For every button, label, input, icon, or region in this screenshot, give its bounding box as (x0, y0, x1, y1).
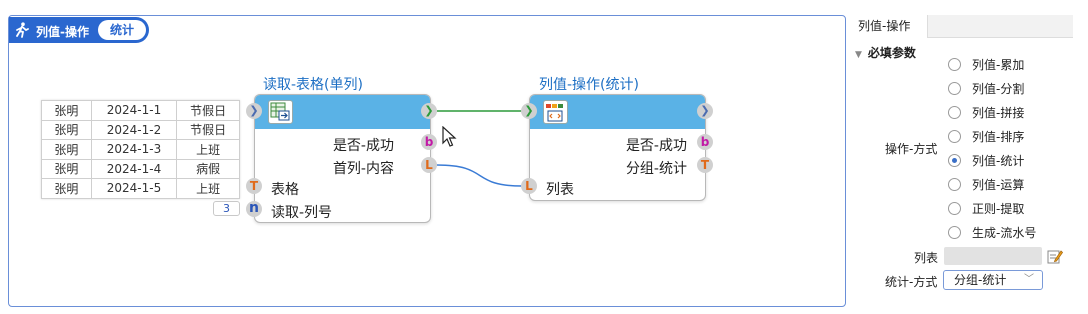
read-first-port[interactable]: L (421, 157, 437, 173)
table-cell: 节假日 (176, 119, 240, 140)
table-cell: 2024-1-2 (90, 119, 178, 140)
read-exec-in-port[interactable]: ❯ (246, 103, 262, 119)
required-params-section[interactable]: ▼ 必填参数 (855, 44, 916, 61)
stat-success-port[interactable]: b (697, 134, 713, 150)
radio-button[interactable] (948, 57, 961, 71)
operation-mode-label: 操作-方式 (885, 142, 938, 156)
list-field-label: 列表 (914, 251, 939, 265)
operation-option[interactable]: 列值-累加 (948, 56, 1024, 72)
stat-list-port[interactable]: L (521, 178, 537, 194)
read-success-port[interactable]: b (421, 134, 437, 150)
stat-mode-select[interactable]: 分组-统计 ﹀ (943, 270, 1043, 290)
read-table-port[interactable]: T (246, 178, 262, 194)
table-cell: 2024-1-1 (90, 100, 178, 121)
operation-option[interactable]: 生成-流水号 (948, 224, 1036, 240)
table-cell: 2024-1-3 (90, 139, 178, 160)
table-row: 张明 2024-1-5 上班 (41, 178, 240, 199)
chevron-down-icon: ﹀ (1024, 274, 1034, 285)
data-table: 张明 2024-1-1 节假日 张明 2024-1-2 节假日 张明 2024-1-3 上班 张明… (41, 100, 240, 199)
operation-option[interactable]: 正则-提取 (948, 200, 1024, 216)
radio-button[interactable] (948, 177, 961, 191)
option-label: 列值-统计 (972, 153, 1025, 168)
column-stat-icon (543, 100, 568, 124)
node-read-header[interactable] (255, 95, 430, 129)
table-cell: 2024-1-4 (90, 158, 178, 179)
stat-group-port[interactable]: T (697, 157, 713, 173)
table-cell: 张明 (41, 100, 92, 121)
operation-option[interactable]: 列值-分割 (948, 80, 1024, 96)
table-row: 张明 2024-1-2 节假日 (41, 119, 240, 140)
option-label: 生成-流水号 (972, 225, 1037, 240)
stat-exec-in-port[interactable]: ❯ (521, 103, 537, 119)
node-stat-title: 列值-操作(统计) (539, 77, 639, 93)
tab-column-op[interactable]: 列值-操作 (847, 15, 928, 38)
table-cell: 张明 (41, 158, 92, 179)
table-cell: 节假日 (176, 100, 240, 121)
read-column-port[interactable]: n (246, 201, 262, 217)
table-cell: 病假 (176, 158, 240, 179)
option-label: 列值-运算 (972, 177, 1025, 192)
canvas-badge[interactable]: 统计 (98, 20, 146, 40)
walking-person-icon (16, 22, 29, 38)
radio-button[interactable] (948, 129, 961, 143)
edit-icon[interactable] (1047, 248, 1063, 264)
operation-option[interactable]: 列值-统计 (948, 152, 1024, 168)
table-row: 张明 2024-1-3 上班 (41, 139, 240, 160)
read-out-success-label: 是否-成功 (332, 138, 394, 154)
node-column-stat[interactable]: 是否-成功 分组-统计 列表 (529, 94, 706, 201)
node-stat-header[interactable] (530, 95, 705, 129)
table-cell: 上班 (176, 139, 240, 160)
stat-out-group-label: 分组-统计 (625, 161, 687, 177)
table-row: 张明 2024-1-4 病假 (41, 158, 240, 179)
panel-tabbar: 列值-操作 (847, 15, 1073, 38)
option-label: 列值-拼接 (972, 105, 1025, 120)
read-in-column-label: 读取-列号 (271, 205, 333, 221)
mouse-cursor-icon (442, 126, 457, 147)
radio-button[interactable] (948, 225, 961, 239)
column-number-input[interactable]: 3 (213, 201, 240, 216)
stat-exec-out-port[interactable]: ❯ (697, 103, 713, 119)
property-panel: 列值-操作 ▼ 必填参数 操作-方式 列值-累加列值-分割列值-拼接列值-排序列值… (847, 15, 1073, 307)
read-out-first-label: 首列-内容 (332, 161, 394, 177)
option-label: 列值-分割 (972, 81, 1025, 96)
stat-mode-value: 分组-统计 (954, 273, 1007, 287)
canvas-title-pill: 列值-操作 统计 (9, 17, 149, 43)
operation-option[interactable]: 列值-排序 (948, 128, 1024, 144)
stat-out-success-label: 是否-成功 (625, 138, 687, 154)
table-row: 张明 2024-1-1 节假日 (41, 100, 240, 121)
radio-button[interactable] (948, 81, 961, 95)
table-cell: 张明 (41, 178, 92, 199)
node-read-table[interactable]: 是否-成功 首列-内容 表格 读取-列号 (254, 94, 431, 223)
node-read-title: 读取-表格(单列) (263, 77, 363, 93)
canvas-title: 列值-操作 (36, 25, 89, 39)
radio-button[interactable] (948, 201, 961, 215)
collapse-triangle-icon[interactable]: ▼ (855, 50, 862, 60)
read-exec-out-port[interactable]: ❯ (421, 103, 437, 119)
stat-in-list-label: 列表 (546, 182, 574, 198)
radio-button[interactable] (948, 153, 961, 167)
radio-button[interactable] (948, 105, 961, 119)
option-label: 列值-累加 (972, 57, 1025, 72)
section-title: 必填参数 (867, 46, 916, 60)
operation-option[interactable]: 列值-运算 (948, 176, 1024, 192)
workflow-editor: 列值-操作 统计 张明 2024-1-1 节假日 张明 2024-1-2 节假日 张明 202… (0, 0, 1088, 314)
operation-option[interactable]: 列值-拼接 (948, 104, 1024, 120)
table-cell: 上班 (176, 178, 240, 199)
list-field[interactable] (944, 247, 1042, 265)
option-label: 正则-提取 (972, 201, 1025, 216)
table-cell: 张明 (41, 119, 92, 140)
table-cell: 张明 (41, 139, 92, 160)
stat-mode-label: 统计-方式 (885, 275, 938, 289)
table-cell: 2024-1-5 (90, 178, 178, 199)
read-table-icon (268, 100, 293, 124)
option-label: 列值-排序 (972, 129, 1025, 144)
read-in-table-label: 表格 (271, 182, 299, 198)
